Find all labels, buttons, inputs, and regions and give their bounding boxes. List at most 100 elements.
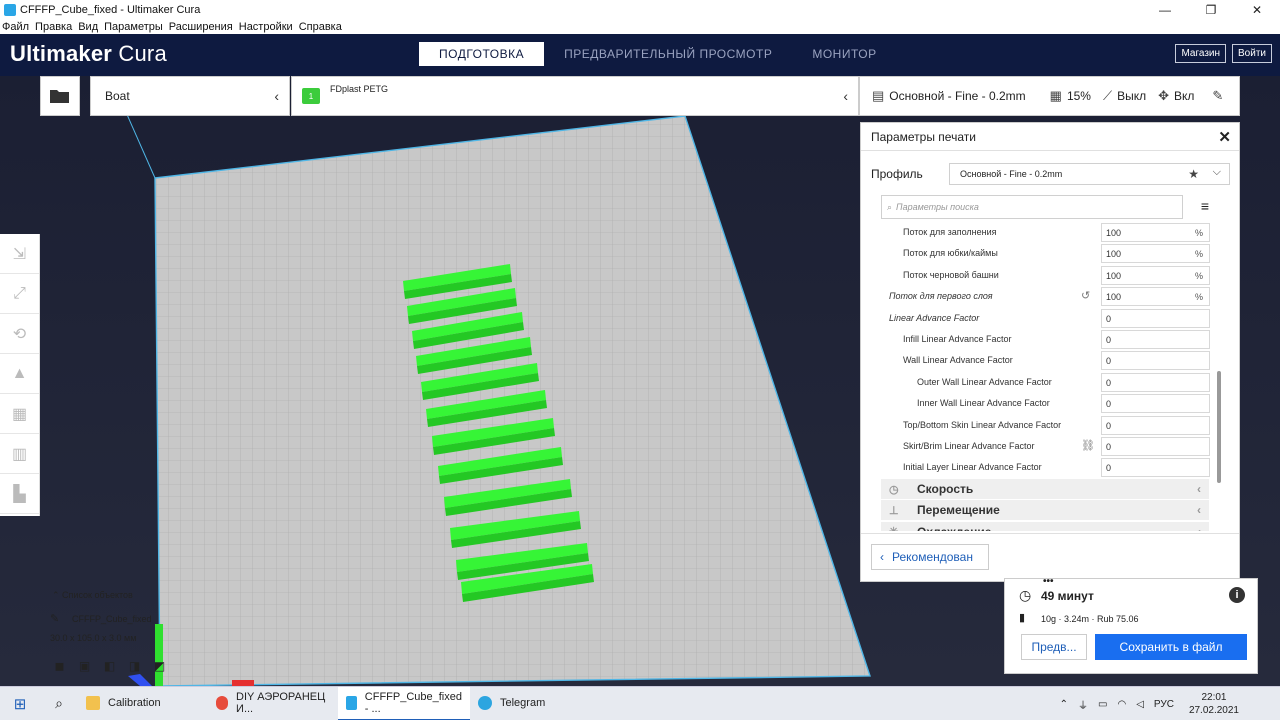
setting-unit: % (1194, 228, 1203, 238)
taskbar-app-calibration[interactable]: Calibration (78, 687, 208, 720)
setting-row: Outer Wall Linear Advance Factor 0 (881, 372, 1211, 394)
tab-monitor[interactable]: МОНИТОР (792, 42, 896, 66)
signin-button[interactable]: Войти (1232, 44, 1272, 63)
layers-tool-icon[interactable]: ▙ (0, 474, 39, 514)
menu-help[interactable]: Справка (297, 20, 346, 34)
minimize-button[interactable]: — (1142, 0, 1188, 20)
info-icon[interactable]: i (1229, 587, 1245, 603)
save-to-file-button[interactable]: Сохранить в файл (1095, 634, 1247, 660)
category-speed[interactable]: ◷ Скорость ‹ (881, 479, 1209, 499)
drag-handle-icon[interactable]: ••• (1043, 576, 1054, 587)
category-cooling[interactable]: ✳ Охлаждение ‹ (881, 521, 1209, 531)
setting-label: Поток для первого слоя (889, 291, 993, 302)
cura-window: CFFFP_Cube_fixed - Ultimaker Cura — ❐ ✕ … (0, 0, 1280, 720)
taskbar-app-telegram[interactable]: Telegram (470, 687, 600, 720)
taskbar-app-cura[interactable]: CFFFP_Cube_fixed - ... (338, 686, 470, 720)
taskbar-app-chrome[interactable]: DIY АЭРОРАНЕЦ И... (208, 687, 338, 720)
per-model-settings-icon[interactable]: ▦ (0, 394, 39, 434)
menu-extensions[interactable]: Расширения (167, 20, 237, 34)
top-toolbar: Boat ‹ 1 FDplast PETG ‹ ▤ Основной - Fine… (0, 76, 1280, 118)
material-selector[interactable]: 1 FDplast PETG ‹ (291, 76, 859, 116)
preview-button[interactable]: Предв... (1021, 634, 1087, 660)
rotate-tool-icon[interactable]: ⟲ (0, 314, 39, 354)
search-icon[interactable]: ⌕ (40, 695, 78, 712)
menu-file[interactable]: Файл (0, 20, 33, 34)
star-icon[interactable]: ★ (1188, 167, 1199, 181)
object-list-header[interactable]: ⌃ Список объектов (52, 590, 133, 601)
menu-bar: Файл Правка Вид Параметры Расширения Нас… (0, 20, 1280, 34)
setting-value-input[interactable]: 0 (1101, 437, 1210, 456)
tab-prepare[interactable]: ПОДГОТОВКА (419, 42, 545, 66)
taskbar-clock[interactable]: 22:01 27.02.2021 (1184, 691, 1244, 717)
chevron-up-icon[interactable]: ⌃ (1060, 699, 1068, 710)
setting-value: 100 (1106, 249, 1122, 260)
setting-label: Поток для юбки/каймы (903, 248, 998, 259)
machine-selector[interactable]: Boat ‹ (90, 76, 290, 116)
clock-icon: ◷ (1019, 587, 1032, 603)
battery-icon[interactable]: ▭ (1098, 699, 1107, 710)
setting-value-input[interactable]: 0 (1101, 394, 1210, 414)
object-dimensions: 30.0 x 105.0 x 3.0 мм (50, 633, 137, 643)
recommended-button[interactable]: ‹ Рекомендован (871, 544, 989, 570)
setting-value-input[interactable]: 0 (1101, 351, 1210, 371)
setting-value: 0 (1106, 420, 1112, 431)
view-front-icon[interactable]: ▣ (77, 658, 92, 673)
language-indicator[interactable]: РУС (1154, 699, 1174, 710)
menu-settings[interactable]: Параметры (102, 20, 167, 34)
setting-label: Поток для заполнения (903, 227, 997, 237)
category-travel[interactable]: ⊥ Перемещение ‹ (881, 500, 1209, 521)
setting-value-input[interactable]: 0 (1101, 458, 1210, 478)
open-file-button[interactable] (40, 76, 80, 116)
setting-value: 0 (1106, 399, 1112, 410)
wifi-icon[interactable]: ◠ (1117, 699, 1126, 710)
menu-view[interactable]: Вид (76, 20, 102, 34)
mirror-tool-icon[interactable]: ▲ (0, 354, 39, 394)
scale-tool-icon[interactable]: ⤢ (0, 274, 39, 314)
search-placeholder: Параметры поиска (896, 202, 979, 212)
setting-value-input[interactable]: 0 (1101, 415, 1210, 435)
reset-icon[interactable]: ↺ (1081, 289, 1090, 302)
taskbar-time: 22:01 (1201, 692, 1227, 703)
taskbar-app-label: Calibration (108, 696, 161, 709)
menu-preferences[interactable]: Настройки (237, 20, 297, 34)
setting-value-input[interactable]: 0 (1101, 330, 1210, 349)
settings-scrollbar[interactable] (1217, 371, 1221, 483)
setting-row: Поток для первого слоя ↺ 100% (881, 287, 1211, 308)
pencil-icon[interactable]: ✎ (50, 612, 59, 625)
setting-value-input[interactable]: 100% (1101, 287, 1210, 307)
close-button[interactable]: ✕ (1234, 0, 1280, 20)
setting-value-input[interactable]: 100% (1101, 223, 1210, 242)
view-3d-icon[interactable]: ◼ (52, 658, 67, 673)
usb-icon[interactable]: ⏚ (1078, 697, 1088, 712)
support-icon: ⟋ (1102, 88, 1113, 103)
setting-label: Inner Wall Linear Advance Factor (917, 398, 1050, 409)
settings-menu-icon[interactable]: ≡ (1201, 198, 1209, 214)
setting-value-input[interactable]: 0 (1101, 372, 1210, 392)
view-right-icon[interactable]: ◩ (152, 658, 167, 673)
setting-unit: % (1194, 270, 1203, 281)
recommended-label: Рекомендован (892, 550, 973, 564)
volume-icon[interactable]: ◁ (1136, 699, 1144, 710)
spool-icon: ▮ (1019, 612, 1026, 624)
windows-start-icon[interactable]: ⊞ (0, 687, 40, 720)
menu-edit[interactable]: Правка (33, 20, 76, 34)
setting-row: Top/Bottom Skin Linear Advance Factor 0 (881, 415, 1211, 437)
support-blocker-icon[interactable]: ▥ (0, 434, 39, 474)
print-settings-selector[interactable]: ▤ Основной - Fine - 0.2mm ▦ 15% ⟋ Выкл ✥ Вкл… (859, 76, 1240, 116)
tab-preview[interactable]: ПРЕДВАРИТЕЛЬНЫЙ ПРОСМОТР (544, 42, 792, 66)
setting-value-input[interactable]: 100% (1101, 244, 1210, 264)
view-left-icon[interactable]: ◨ (127, 658, 142, 673)
view-top-icon[interactable]: ◧ (102, 658, 117, 673)
chevron-left-icon: ‹ (843, 88, 848, 104)
setting-value-input[interactable]: 100% (1101, 265, 1210, 285)
maximize-button[interactable]: ❐ (1188, 0, 1234, 20)
move-tool-icon[interactable]: ⇲ (0, 234, 39, 274)
setting-row: Wall Linear Advance Factor 0 (881, 351, 1211, 372)
profile-dropdown[interactable]: Основной - Fine - 0.2mm ★ ⌵ (949, 163, 1230, 185)
setting-value-input[interactable]: 0 (1101, 308, 1210, 328)
close-icon[interactable]: ✕ (1218, 128, 1231, 146)
settings-search-input[interactable]: ⌕ Параметры поиска (881, 195, 1183, 219)
marketplace-button[interactable]: Магазин (1175, 44, 1227, 63)
speed-icon: ◷ (889, 483, 899, 496)
setting-value: 0 (1106, 442, 1112, 452)
